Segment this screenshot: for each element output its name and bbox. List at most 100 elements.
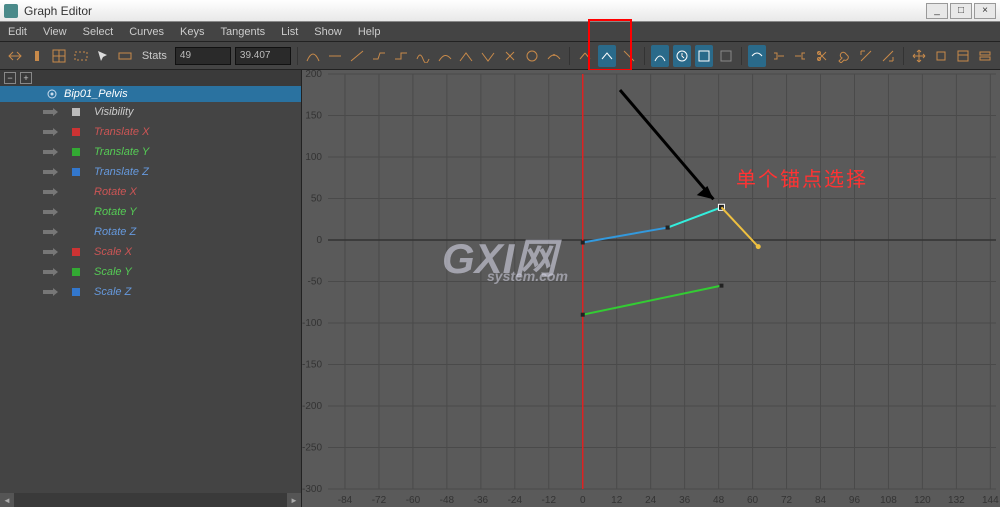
break-tangent-icon[interactable] (576, 45, 594, 67)
stats-value-input[interactable] (235, 47, 291, 65)
buffer-curve-icon[interactable] (545, 45, 563, 67)
tangent-flat-icon[interactable] (370, 45, 388, 67)
attr-row[interactable]: Rotate Y (0, 202, 301, 222)
menu-show[interactable]: Show (314, 26, 342, 38)
svg-text:-12: -12 (542, 495, 557, 506)
post-infinity-icon[interactable] (791, 45, 809, 67)
channel-label: Rotate X (94, 186, 137, 198)
channel-color-swatch (72, 208, 80, 216)
svg-text:-150: -150 (302, 360, 322, 371)
svg-text:-84: -84 (338, 495, 353, 506)
visibility-toggle-icon[interactable] (42, 287, 58, 297)
frame-range-icon[interactable] (116, 45, 134, 67)
attr-row[interactable]: Rotate X (0, 182, 301, 202)
channel-label: Translate Z (94, 166, 149, 178)
visibility-toggle-icon[interactable] (42, 187, 58, 197)
visibility-toggle-icon[interactable] (42, 147, 58, 157)
svg-text:0: 0 (580, 495, 586, 506)
minimize-button[interactable]: _ (926, 3, 948, 19)
svg-text:120: 120 (914, 495, 931, 506)
channel-label: Rotate Z (94, 226, 136, 238)
stats-label: Stats (142, 50, 167, 62)
bookmarks-icon[interactable] (954, 45, 972, 67)
outliner-scrollbar[interactable]: ◄► (0, 493, 301, 507)
menu-list[interactable]: List (281, 26, 298, 38)
scale-tool-icon[interactable] (932, 45, 950, 67)
close-button[interactable]: × (974, 3, 996, 19)
lattice-icon[interactable] (50, 45, 68, 67)
denormalize-icon[interactable] (879, 45, 897, 67)
free-tangent-icon[interactable] (620, 45, 638, 67)
attr-row[interactable]: Visibility (0, 102, 301, 122)
visibility-toggle-icon[interactable] (42, 207, 58, 217)
visibility-toggle-icon[interactable] (42, 267, 58, 277)
menu-edit[interactable]: Edit (8, 26, 27, 38)
isolate-curve-icon[interactable] (651, 45, 669, 67)
region-icon[interactable] (72, 45, 90, 67)
tangent-fixed1-icon[interactable] (457, 45, 475, 67)
channel-label: Scale Y (94, 266, 132, 278)
outliner-header: − + (0, 70, 301, 86)
visibility-toggle-icon[interactable] (42, 227, 58, 237)
visibility-toggle-icon[interactable] (42, 127, 58, 137)
settings-icon[interactable] (976, 45, 994, 67)
node-label: Bip01_Pelvis (64, 88, 128, 100)
tangent-clamped-icon[interactable] (326, 45, 344, 67)
maximize-button[interactable]: □ (950, 3, 972, 19)
menubar: Edit View Select Curves Keys Tangents Li… (0, 22, 1000, 42)
menu-keys[interactable]: Keys (180, 26, 204, 38)
tangent-fixed4-icon[interactable] (523, 45, 541, 67)
node-row-selected[interactable]: Bip01_Pelvis (0, 86, 301, 102)
menu-tangents[interactable]: Tangents (221, 26, 266, 38)
value-snap-icon[interactable] (695, 45, 713, 67)
move-nearest-key-icon[interactable] (6, 45, 24, 67)
menu-select[interactable]: Select (83, 26, 114, 38)
visibility-toggle-icon[interactable] (42, 247, 58, 257)
attr-row[interactable]: Scale Z (0, 282, 301, 302)
stats-time-input[interactable] (175, 47, 231, 65)
visibility-toggle-icon[interactable] (42, 167, 58, 177)
svg-text:0: 0 (316, 235, 322, 246)
graph-view[interactable]: -84-72-60-48-36-24-120122436486072849610… (302, 70, 1000, 507)
svg-text:-300: -300 (302, 484, 322, 495)
channel-color-swatch (72, 288, 80, 296)
attr-row[interactable]: Translate Y (0, 142, 301, 162)
muted-icon[interactable] (717, 45, 735, 67)
menu-help[interactable]: Help (358, 26, 381, 38)
svg-text:200: 200 (305, 70, 322, 80)
tangent-auto-icon[interactable] (436, 45, 454, 67)
time-snap-icon[interactable] (673, 45, 691, 67)
insert-key-icon[interactable] (28, 45, 46, 67)
move-tool-icon[interactable] (910, 45, 928, 67)
attr-row[interactable]: Scale X (0, 242, 301, 262)
unify-tangent-icon[interactable] (598, 45, 616, 67)
wrench-icon[interactable] (835, 45, 853, 67)
visibility-toggle-icon[interactable] (42, 107, 58, 117)
svg-text:-72: -72 (372, 495, 387, 506)
attr-row[interactable]: Translate X (0, 122, 301, 142)
collapse-all-button[interactable]: − (4, 72, 16, 84)
channel-label: Visibility (94, 106, 134, 118)
tangent-fixed3-icon[interactable] (501, 45, 519, 67)
attr-row[interactable]: Translate Z (0, 162, 301, 182)
attr-row[interactable]: Rotate Z (0, 222, 301, 242)
tangent-plateau-icon[interactable] (414, 45, 432, 67)
svg-text:-100: -100 (302, 318, 322, 329)
normalize-icon[interactable] (857, 45, 875, 67)
cut-icon[interactable] (813, 45, 831, 67)
expand-all-button[interactable]: + (20, 72, 32, 84)
select-cursor-icon[interactable] (94, 45, 112, 67)
channel-color-swatch (72, 168, 80, 176)
tangent-fixed2-icon[interactable] (479, 45, 497, 67)
menu-curves[interactable]: Curves (129, 26, 164, 38)
open-dope-icon[interactable] (748, 45, 766, 67)
attr-row[interactable]: Scale Y (0, 262, 301, 282)
outliner-panel: − + Bip01_Pelvis Visibility Translate X … (0, 70, 302, 507)
graph-canvas[interactable]: -84-72-60-48-36-24-120122436486072849610… (302, 70, 1000, 507)
channel-color-swatch (72, 148, 80, 156)
pre-infinity-icon[interactable] (770, 45, 788, 67)
tangent-step-icon[interactable] (392, 45, 410, 67)
tangent-linear-icon[interactable] (348, 45, 366, 67)
menu-view[interactable]: View (43, 26, 67, 38)
tangent-spline-icon[interactable] (304, 45, 322, 67)
